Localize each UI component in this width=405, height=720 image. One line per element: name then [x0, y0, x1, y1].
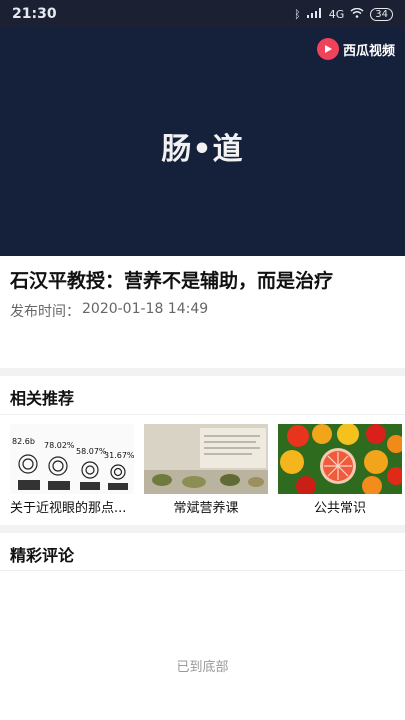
- network-type: 4G: [328, 7, 345, 21]
- status-time: 21:30: [12, 6, 57, 22]
- section-divider: [0, 368, 405, 376]
- status-bar: 21:30 ᛒ 4G 34: [0, 0, 405, 28]
- article-title: 石汉平教授：营养不是辅助，而是治疗: [10, 270, 334, 292]
- status-icons: ᛒ 4G 34: [294, 7, 393, 21]
- signal-icon: [306, 7, 323, 21]
- heading-divider: [0, 570, 405, 571]
- wifi-icon: [350, 7, 364, 21]
- related-item-label: 常斌营养课: [173, 501, 239, 516]
- thumb-percent: 78.02%: [44, 441, 75, 450]
- publish-label: 发布时间：: [10, 304, 80, 320]
- comments-heading: 精彩评论: [10, 546, 75, 565]
- section-divider: [0, 525, 405, 533]
- thumb-percent: 31.67%: [104, 451, 134, 460]
- publish-time: 2020-01-18 14:49: [82, 301, 209, 317]
- publish-info: 发布时间： 2020-01-18 14:49: [10, 301, 208, 321]
- thumb-percent: 82.6b: [12, 437, 35, 446]
- related-list: 82.6b 78.02% 58.07% 31.67% 关于近视眼的那点... 常…: [0, 424, 405, 518]
- fruit-thumbnail: [278, 424, 402, 494]
- battery-icon: 34: [370, 7, 393, 21]
- xigua-brand: 西瓜视频: [316, 38, 395, 60]
- thumb-percent: 58.07%: [76, 447, 107, 456]
- related-item-label: 公共常识: [313, 501, 366, 516]
- myopia-thumbnail: 82.6b 78.02% 58.07% 31.67%: [10, 424, 134, 494]
- related-item[interactable]: 常斌营养课: [144, 424, 268, 518]
- video-player[interactable]: 西瓜视频 肠•道: [0, 28, 405, 256]
- end-of-list-text: 已到底部: [176, 660, 229, 675]
- related-item-label: 关于近视眼的那点...: [10, 501, 127, 516]
- video-title: 肠•道: [161, 132, 244, 167]
- related-heading: 相关推荐: [10, 389, 75, 408]
- related-item[interactable]: 公共常识: [278, 424, 402, 518]
- related-item[interactable]: 82.6b 78.02% 58.07% 31.67% 关于近视眼的那点...: [10, 424, 134, 518]
- bluetooth-icon: ᛒ: [294, 7, 301, 21]
- lecture-thumbnail: [144, 424, 268, 494]
- play-logo-icon: [316, 38, 339, 60]
- heading-divider: [0, 414, 405, 415]
- brand-text: 西瓜视频: [342, 43, 395, 59]
